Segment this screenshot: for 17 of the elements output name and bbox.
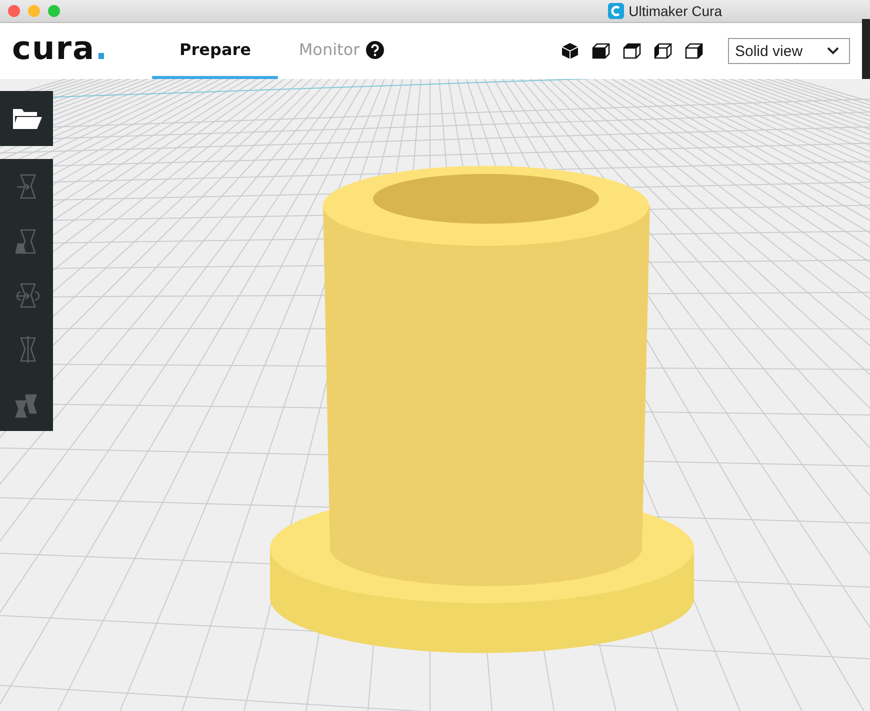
- zoom-button[interactable]: [48, 5, 60, 17]
- open-file-button[interactable]: [0, 91, 53, 146]
- chevron-down-icon: [827, 47, 839, 55]
- view-mode-dropdown[interactable]: Solid view: [728, 38, 850, 64]
- cura-logo: cura.: [12, 32, 108, 69]
- cube-outline-icon[interactable]: [654, 42, 672, 60]
- cube-outline-icon[interactable]: [592, 42, 610, 60]
- window-title: Ultimaker Cura: [628, 3, 722, 19]
- cube-icon[interactable]: [561, 42, 579, 60]
- minimize-button[interactable]: [28, 5, 40, 17]
- cube-outline-icon[interactable]: [623, 42, 641, 60]
- close-button[interactable]: [8, 5, 20, 17]
- app-icon: [608, 3, 624, 19]
- cube-outline-icon[interactable]: [685, 42, 703, 60]
- help-icon[interactable]: [366, 40, 384, 58]
- folder-icon: [10, 106, 42, 130]
- sidebar-edge: [862, 19, 870, 79]
